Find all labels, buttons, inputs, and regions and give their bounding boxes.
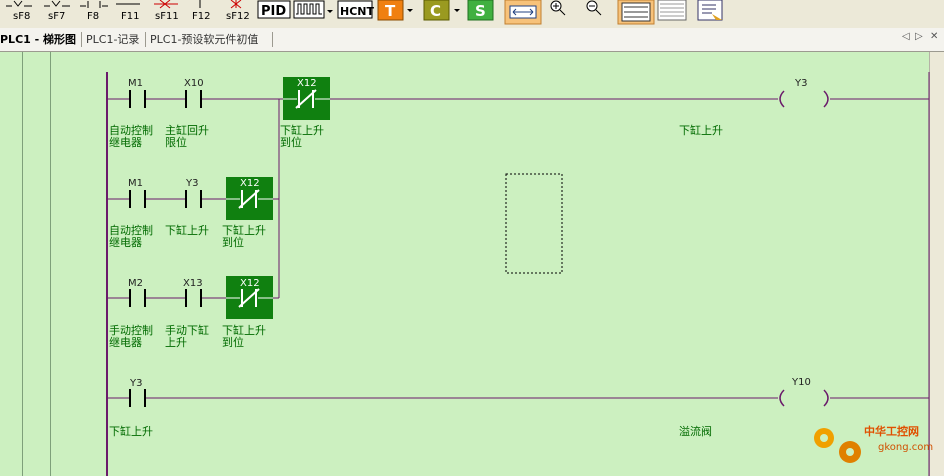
zoom-out-icon[interactable] <box>586 0 602 16</box>
hcnt-button[interactable]: HCNT <box>337 0 374 19</box>
step-button[interactable]: S <box>467 0 494 21</box>
pulse-icon[interactable] <box>293 0 325 19</box>
timer-button[interactable]: T <box>377 0 404 21</box>
tab-prev-icon[interactable]: ◁ <box>902 31 910 42</box>
tab-preset-values[interactable]: PLC1-预设软元件初值 <box>150 31 258 48</box>
falling-edge-icon[interactable] <box>44 0 70 7</box>
ladder-view-icon[interactable] <box>617 0 655 25</box>
comment-icon[interactable] <box>697 0 723 21</box>
svg-text:S: S <box>475 2 486 20</box>
key-label: sF8 <box>13 11 31 22</box>
tab-next-icon[interactable]: ▷ <box>915 31 923 42</box>
list-view-icon[interactable] <box>657 0 687 21</box>
zoom-in-icon[interactable] <box>550 0 566 16</box>
svg-text:PID: PID <box>261 4 286 19</box>
column-ruler <box>0 52 929 73</box>
line-number-gutter <box>0 52 50 476</box>
key-label: F8 <box>87 11 100 22</box>
delete-line-icon[interactable] <box>154 0 178 9</box>
fit-width-icon[interactable] <box>504 0 542 25</box>
tab-divider <box>272 32 273 47</box>
ladder-canvas[interactable] <box>51 72 929 476</box>
tab-divider <box>81 32 82 47</box>
tab-ladder[interactable]: PLC1 - 梯形图 <box>0 31 76 48</box>
svg-text:HCNT: HCNT <box>340 5 374 18</box>
output-icon[interactable] <box>80 1 108 8</box>
svg-text:T: T <box>385 2 396 20</box>
tab-divider <box>145 32 146 47</box>
tab-record[interactable]: PLC1-记录 <box>86 31 139 48</box>
pid-button[interactable]: PID <box>257 0 291 19</box>
tab-close-icon[interactable]: ✕ <box>930 31 938 42</box>
vertical-scrollbar[interactable] <box>929 52 944 476</box>
delete-vertical-icon[interactable] <box>230 0 242 9</box>
key-label: F12 <box>192 11 211 22</box>
key-label: F11 <box>121 11 140 22</box>
counter-button[interactable]: C <box>423 0 450 21</box>
svg-text:C: C <box>430 2 441 20</box>
key-label: sF12 <box>226 11 250 22</box>
key-label: sF11 <box>155 11 179 22</box>
document-tab-bar: PLC1 - 梯形图 PLC1-记录 PLC1-预设软元件初值 ◁ ▷ ✕ <box>0 28 944 52</box>
key-label: sF7 <box>48 11 66 22</box>
gutter-divider <box>22 52 23 476</box>
rising-edge-icon[interactable] <box>2 0 36 10</box>
toolbar: PID HCNT T C S sF8 sF7 F8 F11 sF11 F12 s… <box>0 0 944 29</box>
